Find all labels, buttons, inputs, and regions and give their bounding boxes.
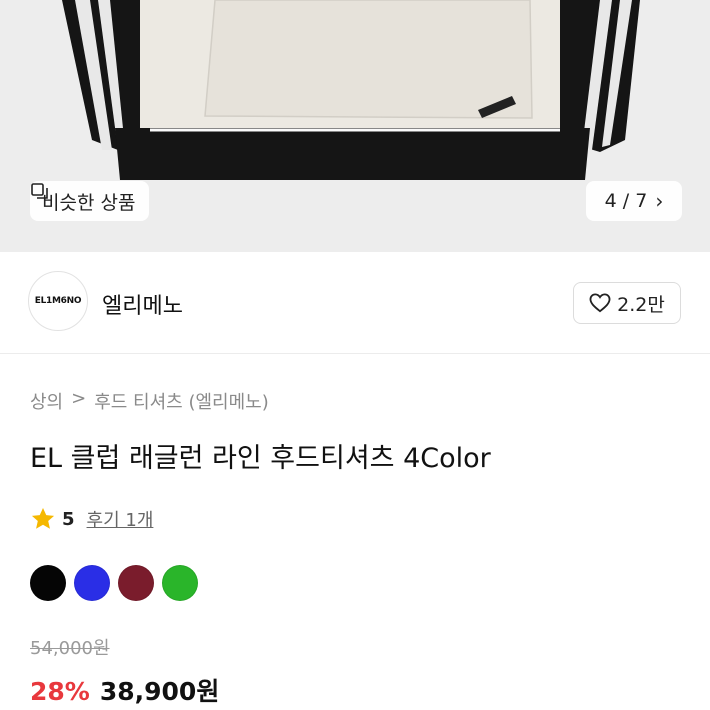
page-count: 4 / 7	[604, 190, 648, 212]
breadcrumb-separator: >	[71, 388, 87, 409]
rating-score: 5	[62, 508, 75, 530]
rating-row: 5 후기 1개	[30, 506, 153, 532]
like-count: 2.2만	[617, 293, 665, 316]
color-options	[30, 565, 198, 601]
breadcrumb: 상의 > 후드 티셔츠 (엘리메노)	[30, 388, 269, 414]
brand-logo-text: EL1M6NO	[34, 296, 82, 306]
image-page-indicator[interactable]: 4 / 7 ›	[586, 181, 682, 221]
product-title: EL 클럽 래글런 라인 후드티셔츠 4Color	[30, 443, 491, 474]
discount-rate: 28%	[30, 677, 90, 706]
color-swatch-green[interactable]	[162, 565, 198, 601]
breadcrumb-category[interactable]: 상의	[30, 388, 63, 414]
brand-name[interactable]: 엘리메노	[102, 288, 183, 320]
price-row: 28% 38,900원	[30, 672, 219, 708]
star-icon	[31, 507, 55, 529]
similar-products-button[interactable]: 비슷한 상품	[30, 181, 150, 221]
color-swatch-black[interactable]	[30, 565, 66, 601]
chevron-right-icon: ›	[655, 189, 664, 213]
brand-logo[interactable]: EL1M6NO	[28, 271, 88, 331]
similar-items-icon	[31, 183, 48, 199]
heart-icon	[589, 293, 611, 313]
like-button[interactable]: 2.2만	[573, 282, 681, 324]
sale-price: 38,900원	[99, 677, 220, 706]
breadcrumb-subcategory[interactable]: 후드 티셔츠 (엘리메노)	[94, 388, 269, 414]
color-swatch-burgundy[interactable]	[118, 565, 154, 601]
color-swatch-blue[interactable]	[74, 565, 110, 601]
similar-products-label: 비슷한 상품	[42, 191, 136, 214]
reviews-link[interactable]: 후기 1개	[87, 506, 154, 532]
product-image-carousel[interactable]: 비슷한 상품 4 / 7 ›	[0, 0, 710, 252]
original-price: 54,000원	[30, 638, 110, 659]
